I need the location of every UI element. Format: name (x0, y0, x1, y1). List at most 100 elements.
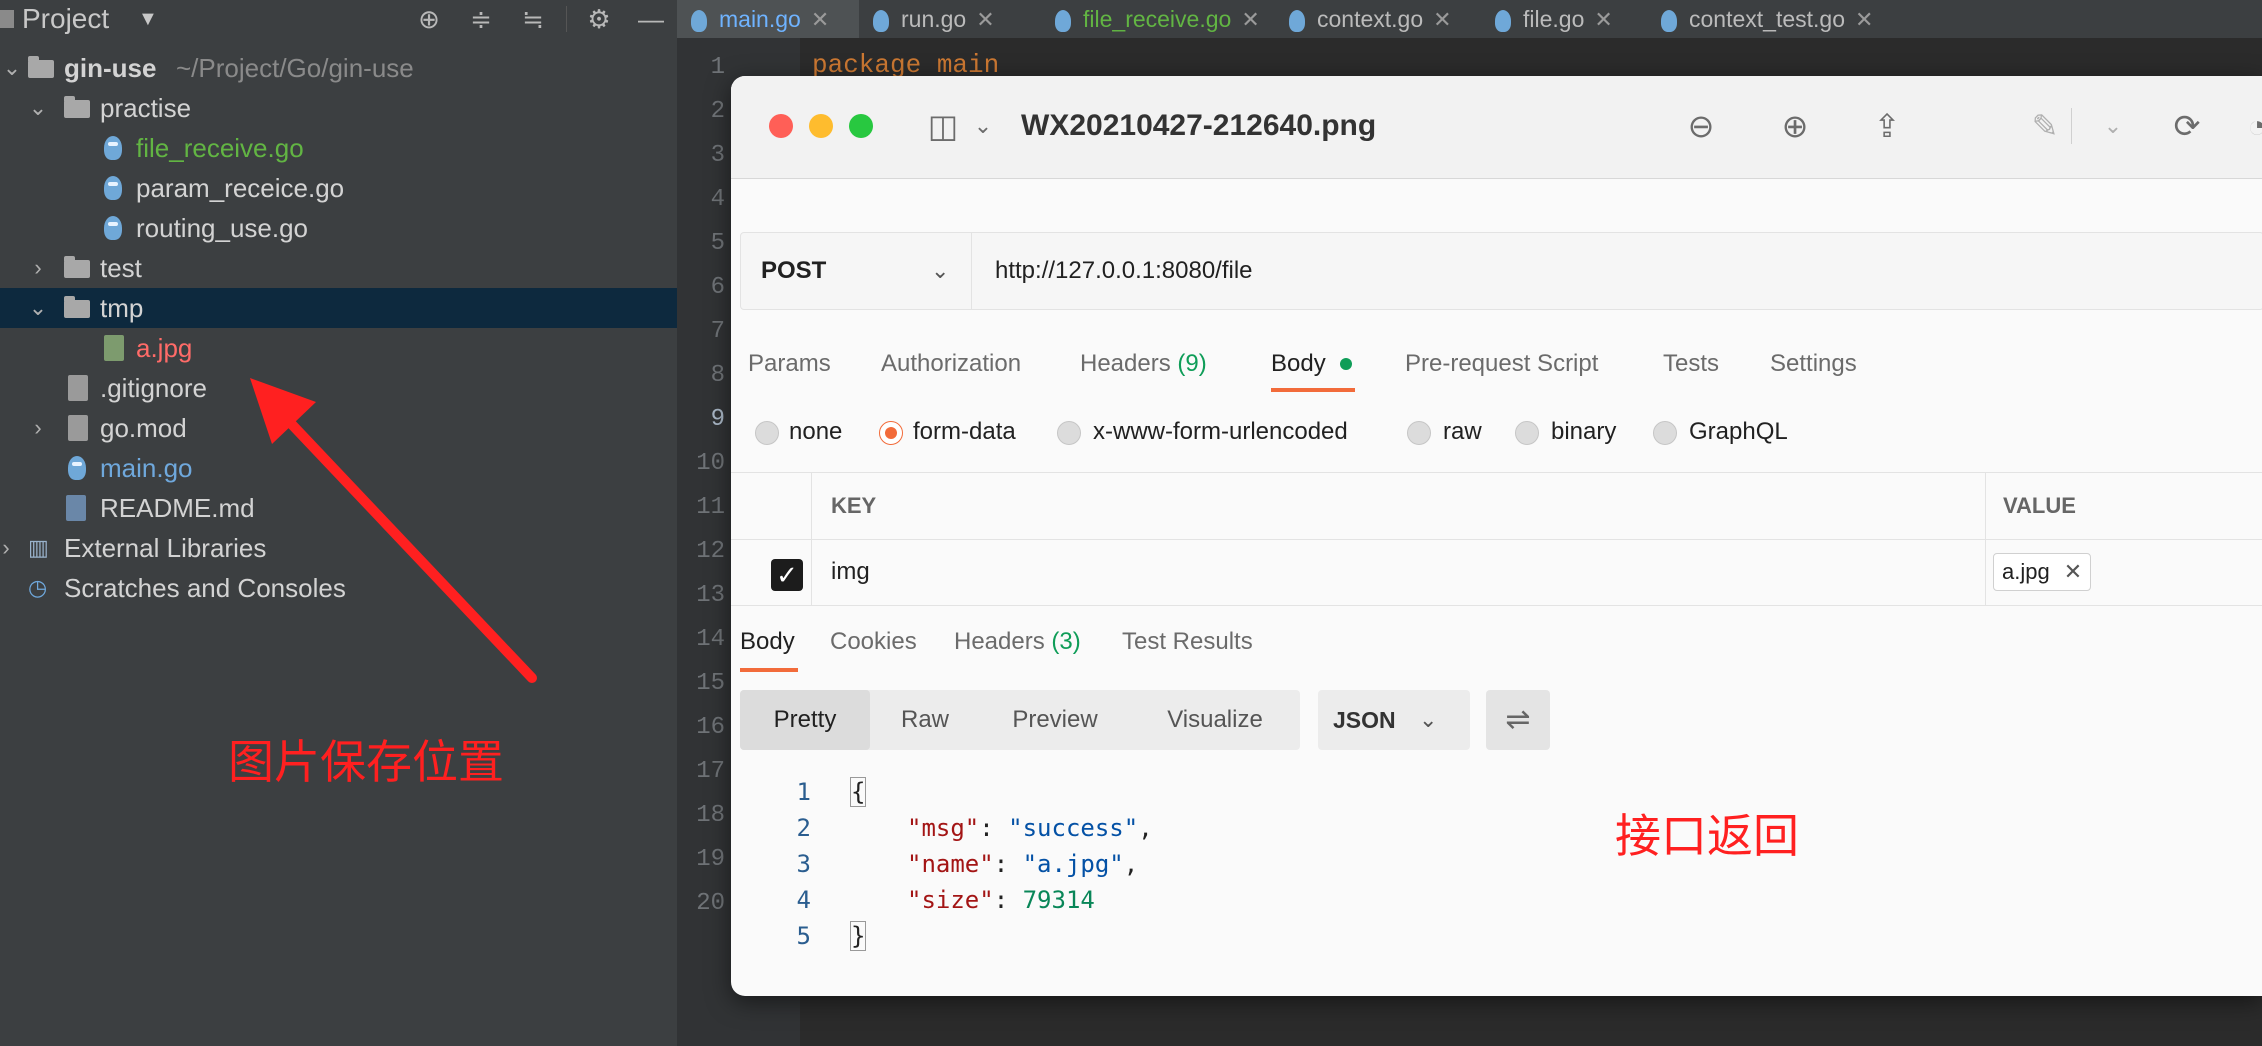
tree-item-practise[interactable]: ⌄ practise (0, 88, 677, 128)
row-enabled-checkbox[interactable]: ✓ (771, 559, 803, 591)
tree-item-routing-use[interactable]: routing_use.go (0, 208, 677, 248)
tree-item-tmp[interactable]: ⌄ tmp (0, 288, 677, 328)
response-line: { (849, 777, 867, 807)
tab-file-receive-go[interactable]: file_receive.go ✕ (1041, 0, 1275, 38)
chevron-down-icon[interactable]: ⌄ (963, 106, 1003, 146)
tree-path: ~/Project/Go/gin-use (176, 53, 414, 83)
minimize-window-button[interactable] (809, 114, 833, 138)
hide-icon[interactable]: — (636, 4, 666, 34)
chevron-right-icon[interactable]: › (0, 528, 18, 568)
tree-item-gitignore[interactable]: .gitignore (0, 368, 677, 408)
radio-label-urlencoded: x-www-form-urlencoded (1093, 418, 1348, 445)
response-tab-headers[interactable]: Headers (3) (954, 622, 1081, 662)
line-number: 10 (696, 450, 725, 477)
project-panel-title[interactable]: Project (22, 0, 109, 38)
tab-run-go[interactable]: run.go ✕ (859, 0, 1041, 38)
tree-label: file_receive.go (136, 133, 304, 163)
tab-main-go[interactable]: main.go ✕ (677, 0, 859, 38)
tab-label: run.go (901, 6, 967, 32)
view-raw[interactable]: Raw (870, 690, 980, 750)
tab-pre-request-script[interactable]: Pre-request Script (1405, 344, 1598, 384)
file-chip[interactable]: a.jpg ✕ (1993, 553, 2092, 591)
close-icon[interactable]: ✕ (811, 7, 829, 32)
tree-item-param-receice[interactable]: param_receice.go (0, 168, 677, 208)
chevron-down-icon[interactable]: ⌄ (26, 88, 50, 128)
tree-item-gin-use[interactable]: ⌄ gin-use ~/Project/Go/gin-use (0, 48, 677, 88)
chevron-right-icon[interactable]: › (26, 248, 50, 288)
close-icon[interactable]: ✕ (1594, 7, 1612, 32)
gear-icon[interactable]: ⚙ (584, 4, 614, 34)
view-preview[interactable]: Preview (980, 690, 1130, 750)
close-icon[interactable]: ✕ (2064, 559, 2082, 584)
chevron-down-icon[interactable]: ⌄ (26, 288, 50, 328)
response-tab-body[interactable]: Body (740, 622, 795, 662)
tree-item-go-mod[interactable]: › go.mod (0, 408, 677, 448)
key-field[interactable]: img (831, 539, 870, 605)
radio-graphql[interactable] (1653, 421, 1677, 445)
radio-none[interactable] (755, 421, 779, 445)
tree-item-a-jpg[interactable]: a.jpg (0, 328, 677, 368)
close-icon[interactable]: ✕ (1241, 7, 1259, 32)
go-file-icon (1055, 9, 1071, 32)
tree-item-external-libraries[interactable]: › ▥ External Libraries (0, 528, 677, 568)
view-pretty[interactable]: Pretty (740, 690, 870, 750)
radio-binary[interactable] (1515, 421, 1539, 445)
zoom-in-icon[interactable]: ⊕ (1775, 106, 1815, 146)
response-line-number: 3 (796, 850, 811, 878)
markup-icon[interactable]: ◔ (2237, 106, 2262, 146)
radio-raw[interactable] (1407, 421, 1431, 445)
tree-item-file-receive[interactable]: file_receive.go (0, 128, 677, 168)
method-select[interactable]: POST ⌄ (741, 233, 972, 309)
view-visualize[interactable]: Visualize (1130, 690, 1300, 750)
collapse-all-icon[interactable]: ≒ (518, 4, 548, 34)
close-icon[interactable]: ✕ (976, 7, 994, 32)
sidebar-toggle-icon[interactable]: ◫ (923, 106, 963, 146)
zoom-out-icon[interactable]: ⊖ (1681, 106, 1721, 146)
wrap-lines-icon[interactable]: ⇌ (1486, 690, 1550, 750)
close-window-button[interactable] (769, 114, 793, 138)
chevron-down-icon[interactable]: ⌄ (0, 48, 24, 88)
radio-label-binary: binary (1551, 418, 1617, 445)
zoom-window-button[interactable] (849, 114, 873, 138)
preview-title: WX20210427-212640.png (1021, 109, 1377, 142)
tab-context-go[interactable]: context.go ✕ (1275, 0, 1481, 38)
response-tab-test-results[interactable]: Test Results (1122, 622, 1253, 662)
tab-label: Headers (954, 628, 1045, 655)
expand-all-icon[interactable]: ≑ (466, 4, 496, 34)
markup-pencil-icon[interactable]: ✎ (2025, 106, 2065, 146)
tree-label: .gitignore (100, 373, 207, 403)
url-input[interactable]: http://127.0.0.1:8080/file (995, 233, 1253, 309)
editor-tab-bar: main.go ✕ run.go ✕ file_receive.go ✕ contex… (677, 0, 2262, 38)
radio-form-data[interactable] (879, 421, 903, 445)
tab-file-go[interactable]: file.go ✕ (1481, 0, 1647, 38)
line-number: 2 (710, 98, 725, 125)
close-icon[interactable]: ✕ (1433, 7, 1451, 32)
tree-item-test[interactable]: › test (0, 248, 677, 288)
response-line-number: 2 (796, 814, 811, 842)
json-brace: { (849, 777, 867, 807)
tab-headers[interactable]: Headers (9) (1080, 344, 1207, 384)
radio-urlencoded[interactable] (1057, 421, 1081, 445)
tab-params[interactable]: Params (748, 344, 831, 384)
tab-label: file.go (1523, 6, 1585, 32)
tab-label: context_test.go (1689, 6, 1845, 32)
tab-body[interactable]: Body (1271, 344, 1326, 384)
image-file-icon (104, 335, 124, 361)
tab-tests[interactable]: Tests (1663, 344, 1719, 384)
response-line: } (849, 921, 867, 951)
locate-icon[interactable]: ⊕ (414, 4, 444, 34)
chevron-right-icon[interactable]: › (26, 408, 50, 448)
tree-item-scratches[interactable]: ◷ Scratches and Consoles (0, 568, 677, 608)
chevron-down-icon[interactable]: ▼ (138, 0, 158, 38)
chevron-down-icon[interactable]: ⌄ (2093, 106, 2133, 146)
response-tab-cookies[interactable]: Cookies (830, 622, 917, 662)
json-brace: } (849, 921, 867, 951)
close-icon[interactable]: ✕ (1855, 7, 1873, 32)
tab-settings[interactable]: Settings (1770, 344, 1857, 384)
share-icon[interactable]: ⇪ (1867, 106, 1907, 146)
tree-item-main-go[interactable]: main.go (0, 448, 677, 488)
tree-item-readme[interactable]: README.md (0, 488, 677, 528)
tab-authorization[interactable]: Authorization (881, 344, 1021, 384)
tab-context-test-go[interactable]: context_test.go ✕ (1647, 0, 1897, 38)
rotate-icon[interactable]: ⟳ (2167, 106, 2207, 146)
